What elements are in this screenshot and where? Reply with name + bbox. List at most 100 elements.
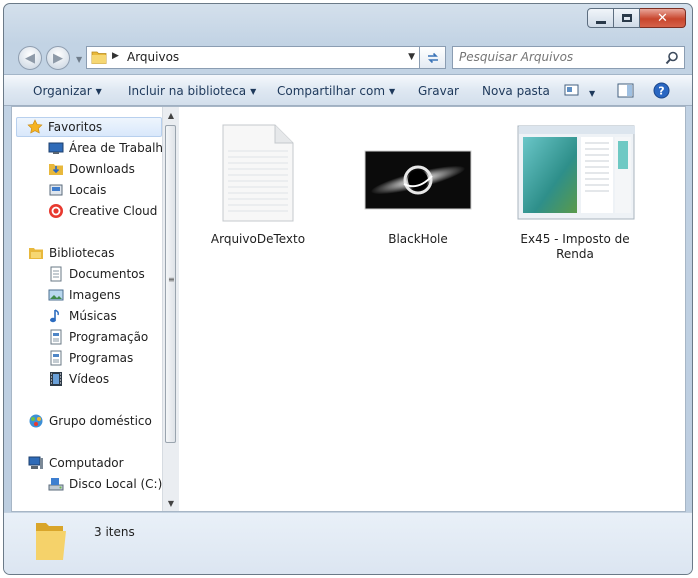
minimize-icon	[595, 20, 606, 24]
caption-buttons: ✕	[587, 8, 686, 28]
include-in-library-menu[interactable]: Incluir na biblioteca ▼	[128, 84, 256, 98]
maximize-button[interactable]	[614, 8, 640, 28]
scroll-up-icon[interactable]: ▲	[163, 107, 179, 123]
sidebar-label: Programas	[69, 351, 134, 365]
file-item[interactable]: Ex45 - Imposto de Renda	[515, 121, 635, 262]
back-arrow-icon: ◀	[25, 50, 35, 66]
desktop-icon	[48, 142, 64, 154]
explorer-window: ✕ ◀ ▶ ▼ ▶ Arquivos ▼ Organi	[3, 3, 693, 575]
sidebar-item-images[interactable]: Imagens	[48, 285, 120, 305]
search-icon[interactable]	[665, 51, 679, 65]
app-window-thumbnail	[517, 125, 635, 220]
programming-folder-icon	[50, 329, 62, 345]
sidebar-item-favorites[interactable]: Favoritos	[16, 117, 162, 137]
sidebar-item-documents[interactable]: Documentos	[48, 264, 145, 284]
organize-label: Organizar	[33, 84, 92, 98]
view-options-icon	[564, 84, 579, 96]
folder-icon	[91, 51, 107, 64]
creative-cloud-icon	[49, 204, 63, 218]
sidebar-label: Área de Trabalho	[69, 141, 162, 155]
breadcrumb-separator-icon[interactable]: ▶	[112, 51, 119, 61]
sidebar-label: Locais	[69, 183, 107, 197]
sidebar-item-homegroup[interactable]: Grupo doméstico	[28, 411, 152, 431]
address-bar[interactable]: ▶ Arquivos ▼	[86, 46, 420, 69]
images-icon	[48, 289, 64, 301]
libraries-icon	[29, 248, 43, 259]
change-view-button[interactable]: ▼	[564, 83, 595, 100]
places-icon	[49, 184, 63, 196]
sidebar-label: Grupo doméstico	[49, 414, 152, 428]
file-name: BlackHole	[388, 232, 448, 246]
details-pane: 3 itens	[4, 512, 692, 574]
close-icon: ✕	[657, 10, 668, 26]
item-count: 3 itens	[94, 525, 135, 539]
file-item[interactable]: BlackHole	[358, 121, 478, 247]
sidebar-label: Programação	[69, 330, 149, 344]
sidebar-item-downloads[interactable]: Downloads	[48, 159, 135, 179]
sidebar-item-desktop[interactable]: Área de Trabalho	[48, 138, 162, 158]
hard-drive-icon	[48, 478, 64, 491]
sidebar-item-programs[interactable]: Programas	[48, 348, 133, 368]
sidebar-label: Vídeos	[69, 372, 110, 386]
help-icon: ?	[653, 82, 670, 99]
organize-menu[interactable]: Organizar ▼	[33, 84, 102, 98]
address-dropdown-icon[interactable]: ▼	[408, 52, 415, 62]
sidebar-item-music[interactable]: Músicas	[48, 306, 117, 326]
music-icon	[50, 309, 59, 323]
refresh-button[interactable]	[420, 46, 446, 69]
new-folder-button[interactable]: Nova pasta	[482, 84, 550, 98]
folder-icon	[36, 523, 66, 560]
share-with-menu[interactable]: Compartilhar com ▼	[277, 84, 395, 98]
homegroup-icon	[29, 414, 43, 428]
scrollbar-grip-icon: ≡	[168, 275, 175, 284]
sidebar-item-videos[interactable]: Vídeos	[48, 369, 109, 389]
help-button[interactable]: ?	[653, 82, 670, 102]
forward-button[interactable]: ▶	[46, 46, 70, 70]
dropdown-arrow-icon: ▼	[250, 87, 257, 96]
search-box[interactable]	[452, 46, 685, 69]
file-name: ArquivoDeTexto	[210, 232, 306, 246]
videos-icon	[50, 372, 62, 386]
sidebar-label: Documentos	[69, 267, 145, 281]
image-thumbnail	[364, 150, 472, 210]
sidebar-item-computer[interactable]: Computador	[28, 453, 124, 473]
minimize-button[interactable]	[587, 8, 614, 28]
preview-pane-button[interactable]	[617, 83, 634, 101]
forward-arrow-icon: ▶	[53, 50, 63, 66]
sidebar-label: Computador	[49, 456, 124, 470]
documents-icon	[50, 266, 62, 282]
navigation-pane-scrollbar[interactable]: ▲ ≡ ▼	[162, 107, 179, 511]
file-name: Ex45 - Imposto de Renda	[520, 232, 630, 261]
programs-folder-icon	[50, 350, 62, 366]
scrollbar-thumb[interactable]: ≡	[165, 125, 176, 443]
sidebar-label: Imagens	[69, 288, 121, 302]
include-library-label: Incluir na biblioteca	[128, 84, 247, 98]
sidebar-item-local-disk[interactable]: Disco Local (C:)	[48, 474, 162, 494]
dropdown-arrow-icon: ▼	[95, 87, 102, 96]
sidebar-label: Disco Local (C:)	[69, 477, 162, 491]
close-button[interactable]: ✕	[640, 8, 686, 28]
scroll-down-icon[interactable]: ▼	[163, 495, 179, 511]
sidebar-item-creative-cloud[interactable]: Creative Cloud Files	[48, 201, 162, 221]
navigation-pane: Favoritos Área de Trabalho Downloads Loc…	[12, 107, 162, 511]
explorer-content: Favoritos Área de Trabalho Downloads Loc…	[11, 106, 686, 512]
file-item[interactable]: ArquivoDeTexto	[198, 121, 318, 247]
sidebar-item-libraries[interactable]: Bibliotecas	[28, 243, 114, 263]
burn-button[interactable]: Gravar	[418, 84, 459, 98]
recent-pages-dropdown-icon[interactable]: ▼	[76, 55, 82, 64]
star-icon	[27, 119, 43, 134]
sidebar-label: Bibliotecas	[49, 246, 115, 260]
address-location[interactable]: Arquivos	[127, 50, 179, 64]
preview-pane-icon	[617, 83, 634, 98]
sidebar-label: Favoritos	[48, 120, 103, 134]
text-file-icon	[222, 124, 294, 222]
refresh-icon	[427, 52, 438, 63]
search-input[interactable]	[459, 50, 654, 64]
file-list: ArquivoDeTexto BlackHole Ex45 - Imposto …	[182, 107, 685, 511]
back-button[interactable]: ◀	[18, 46, 42, 70]
command-bar: Organizar ▼ Incluir na biblioteca ▼ Compar…	[4, 74, 692, 106]
sidebar-label: Músicas	[69, 309, 117, 323]
sidebar-item-places[interactable]: Locais	[48, 180, 106, 200]
downloads-folder-icon	[49, 164, 63, 175]
sidebar-item-programming[interactable]: Programação	[48, 327, 148, 347]
